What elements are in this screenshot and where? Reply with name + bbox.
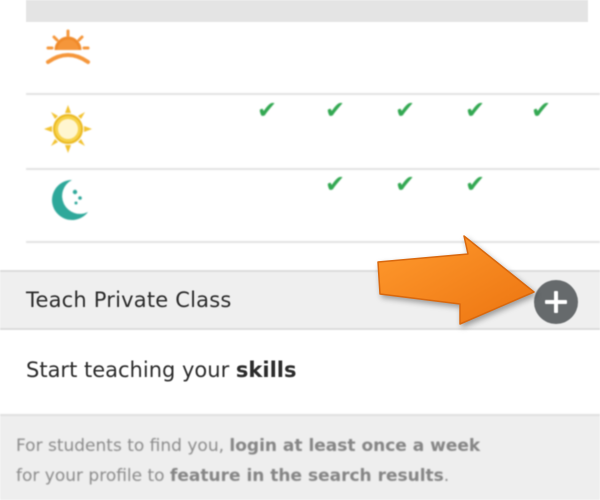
check-icon: ✔ xyxy=(324,170,346,198)
check-icon: ✔ xyxy=(530,96,552,124)
notice-line-2: for your profile to feature in the searc… xyxy=(16,466,450,486)
pointer-arrow-icon xyxy=(377,235,535,325)
check-icon: ✔ xyxy=(394,170,416,198)
check-icon: ✔ xyxy=(394,96,416,124)
skills-emphasis: skills xyxy=(235,358,297,382)
visibility-notice: For students to find you, login at least… xyxy=(0,414,600,500)
teach-private-class-title: Teach Private Class xyxy=(26,288,232,312)
sun-icon xyxy=(44,105,92,153)
schedule-header-strip xyxy=(26,0,588,22)
add-private-class-button[interactable] xyxy=(534,280,578,324)
check-icon: ✔ xyxy=(324,96,346,124)
check-icon: ✔ xyxy=(256,96,278,124)
check-icon: ✔ xyxy=(464,170,486,198)
check-icon: ✔ xyxy=(464,96,486,124)
notice-line-1: For students to find you, login at least… xyxy=(16,436,481,456)
schedule-row-day: ✔ ✔ ✔ ✔ ✔ xyxy=(26,95,600,170)
availability-schedule: ✔ ✔ ✔ ✔ ✔ ✔ ✔ ✔ xyxy=(26,22,600,244)
moon-icon xyxy=(52,180,88,220)
sunrise-icon xyxy=(46,29,90,64)
schedule-row-sunrise xyxy=(26,22,600,95)
start-teaching-text: Start teaching your skills xyxy=(26,358,297,382)
